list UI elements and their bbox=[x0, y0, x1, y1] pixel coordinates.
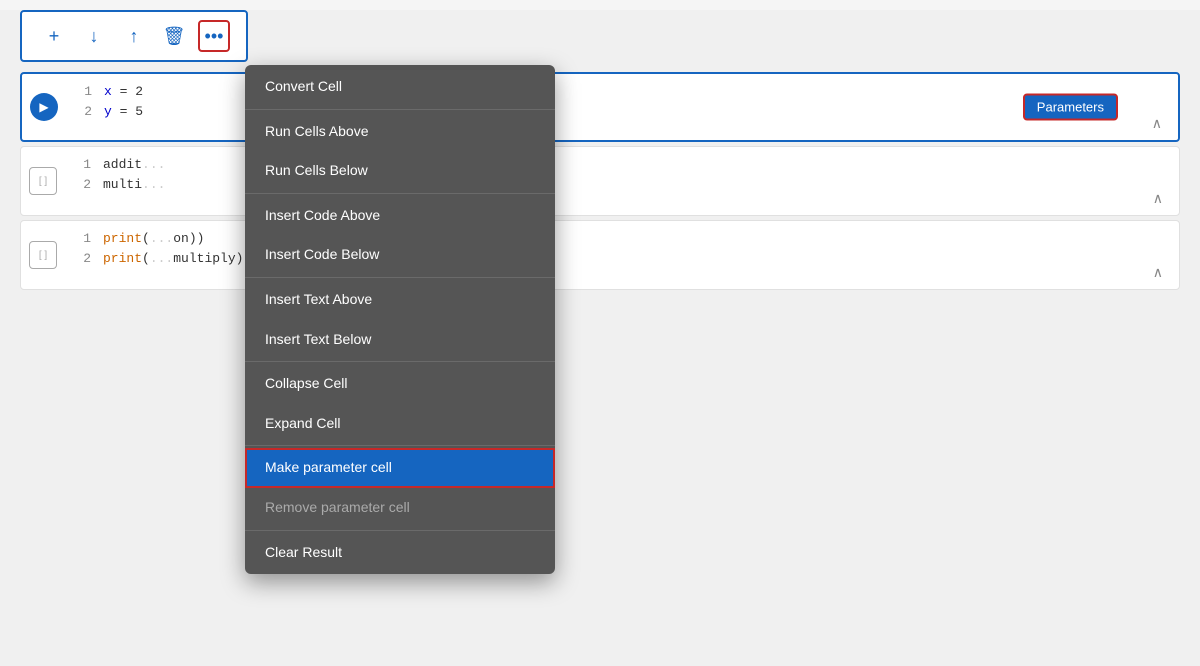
run-button-2[interactable]: [ ] bbox=[21, 147, 65, 215]
menu-group-7: Clear Result bbox=[245, 530, 555, 575]
run-empty-icon-3: [ ] bbox=[29, 241, 57, 269]
context-menu: Convert Cell Run Cells Above Run Cells B… bbox=[245, 65, 555, 574]
line-numbers-3: 1 2 bbox=[65, 221, 95, 289]
move-down-button[interactable]: ↓ bbox=[78, 20, 110, 52]
menu-item-insert-code-below[interactable]: Insert Code Below bbox=[245, 235, 555, 275]
menu-item-insert-text-above[interactable]: Insert Text Above bbox=[245, 280, 555, 320]
run-empty-icon-2: [ ] bbox=[29, 167, 57, 195]
menu-group-2: Run Cells Above Run Cells Below bbox=[245, 109, 555, 193]
plus-icon: + bbox=[49, 26, 60, 47]
run-circle-icon: ▶ bbox=[30, 93, 58, 121]
cell-2: [ ] 1 2 addit... multi... ∧ bbox=[20, 146, 1180, 216]
cell-3: [ ] 1 2 print(...on)) print(...multiply)… bbox=[20, 220, 1180, 290]
menu-group-6: Make parameter cell Remove parameter cel… bbox=[245, 445, 555, 529]
delete-cell-button[interactable]: 🗑 bbox=[158, 20, 190, 52]
run-button-3[interactable]: [ ] bbox=[21, 221, 65, 289]
arrow-up-icon: ↑ bbox=[130, 26, 139, 47]
menu-item-convert-cell[interactable]: Convert Cell bbox=[245, 67, 555, 107]
collapse-chevron-1[interactable]: ∧ bbox=[1152, 115, 1162, 132]
trash-icon: 🗑 bbox=[163, 26, 186, 47]
add-cell-button[interactable]: + bbox=[38, 20, 70, 52]
menu-group-1: Convert Cell bbox=[245, 65, 555, 109]
menu-item-make-parameter-cell[interactable]: Make parameter cell bbox=[245, 448, 555, 488]
menu-item-clear-result[interactable]: Clear Result bbox=[245, 533, 555, 573]
parameters-badge: Parameters bbox=[1023, 94, 1118, 121]
collapse-chevron-2[interactable]: ∧ bbox=[1153, 190, 1163, 207]
line-numbers-1: 1 2 bbox=[66, 74, 96, 140]
line-numbers-2: 1 2 bbox=[65, 147, 95, 215]
run-button-1[interactable]: ▶ bbox=[22, 74, 66, 140]
menu-item-insert-code-above[interactable]: Insert Code Above bbox=[245, 196, 555, 236]
menu-item-collapse-cell[interactable]: Collapse Cell bbox=[245, 364, 555, 404]
cell-1: ▶ 1 2 x = 2 y = 5 Parameters ∧ bbox=[20, 72, 1180, 142]
menu-item-expand-cell[interactable]: Expand Cell bbox=[245, 404, 555, 444]
cells-area: ▶ 1 2 x = 2 y = 5 Parameters ∧ [ ] 1 2 bbox=[0, 72, 1200, 290]
move-up-button[interactable]: ↑ bbox=[118, 20, 150, 52]
collapse-chevron-3[interactable]: ∧ bbox=[1153, 264, 1163, 281]
menu-group-3: Insert Code Above Insert Code Below bbox=[245, 193, 555, 277]
cell-toolbar: + ↓ ↑ 🗑 ••• bbox=[20, 10, 248, 62]
ellipsis-icon: ••• bbox=[205, 26, 224, 47]
menu-item-insert-text-below[interactable]: Insert Text Below bbox=[245, 320, 555, 360]
menu-group-4: Insert Text Above Insert Text Below bbox=[245, 277, 555, 361]
menu-item-run-cells-below[interactable]: Run Cells Below bbox=[245, 151, 555, 191]
more-options-button[interactable]: ••• bbox=[198, 20, 230, 52]
menu-item-run-cells-above[interactable]: Run Cells Above bbox=[245, 112, 555, 152]
menu-group-5: Collapse Cell Expand Cell bbox=[245, 361, 555, 445]
arrow-down-icon: ↓ bbox=[90, 26, 99, 47]
notebook-container: + ↓ ↑ 🗑 ••• ▶ 1 2 x = 2 y = 5 bbox=[0, 10, 1200, 666]
menu-item-remove-parameter-cell[interactable]: Remove parameter cell bbox=[245, 488, 555, 528]
